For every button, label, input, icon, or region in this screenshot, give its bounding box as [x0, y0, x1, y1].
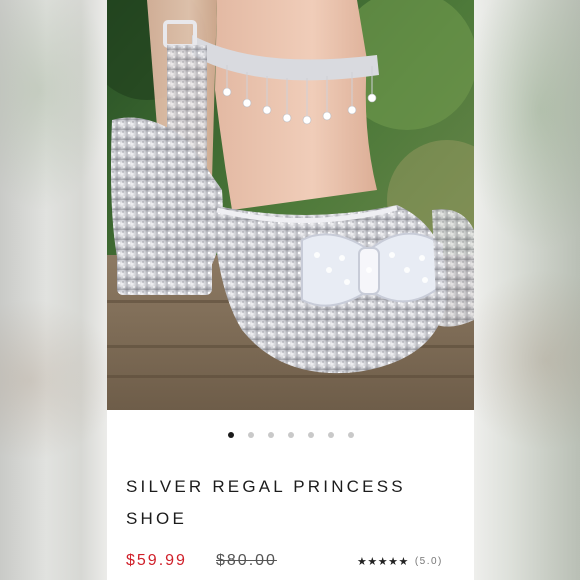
carousel-dot[interactable] — [287, 432, 294, 438]
carousel-dot[interactable] — [267, 432, 274, 438]
product-title: SILVER REGAL PRINCESS SHOE — [126, 477, 406, 528]
carousel-dot[interactable] — [247, 432, 254, 438]
rating[interactable]: ★★★★★ (5.0) — [357, 555, 443, 568]
product-card: SILVER REGAL PRINCESS SHOE $59.99 $80.00… — [107, 0, 474, 580]
carousel-dot[interactable] — [307, 432, 314, 438]
carousel-dot[interactable] — [227, 432, 234, 438]
product-image[interactable] — [107, 0, 474, 410]
carousel-dot[interactable] — [347, 432, 354, 438]
star-icons: ★★★★★ — [357, 556, 409, 568]
rating-value: (5.0) — [414, 556, 443, 567]
carousel-dot[interactable] — [327, 432, 334, 438]
price-row: $59.99 $80.00 ★★★★★ (5.0) — [126, 552, 466, 576]
carousel-indicators — [107, 428, 474, 442]
sale-price: $59.99 — [126, 552, 187, 569]
original-price: $80.00 — [216, 552, 277, 569]
